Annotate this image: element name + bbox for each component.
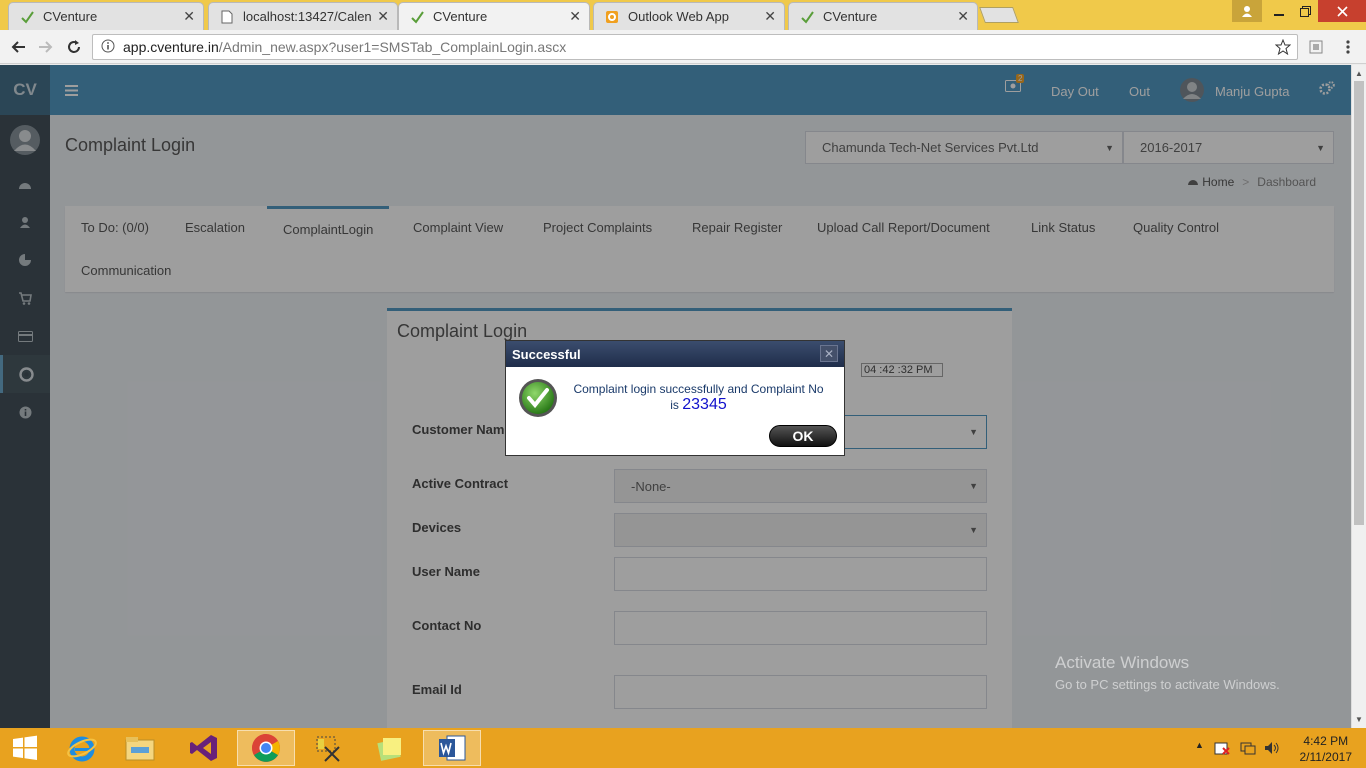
close-icon[interactable]: ✕	[957, 8, 969, 25]
tab-title: localhost:13427/Calenda	[243, 9, 372, 24]
windows-taskbar: ▲ 4:42 PM 2/11/2017	[0, 728, 1366, 768]
system-clock[interactable]: 4:42 PM 2/11/2017	[1300, 733, 1353, 765]
complaint-number: 23345	[682, 396, 727, 413]
reload-icon[interactable]	[61, 34, 87, 60]
scroll-down-icon[interactable]: ▼	[1355, 715, 1363, 724]
dialog-message: Complaint login successfully and Complai…	[566, 382, 831, 413]
visual-studio-icon[interactable]	[175, 730, 233, 766]
dialog-close-icon[interactable]: ✕	[820, 345, 838, 362]
tray-expand-icon[interactable]: ▲	[1195, 740, 1204, 750]
close-icon[interactable]: ✕	[183, 8, 195, 25]
window-close-icon[interactable]	[1318, 0, 1366, 22]
restore-icon[interactable]	[1290, 0, 1320, 22]
page-icon	[219, 9, 235, 25]
dialog-message-is: is	[670, 398, 679, 412]
close-icon[interactable]: ✕	[377, 8, 389, 25]
word-icon[interactable]	[423, 730, 481, 766]
tab-title: CVenture	[823, 9, 878, 24]
tab-title: CVenture	[433, 9, 488, 24]
clock-date: 2/11/2017	[1299, 750, 1353, 764]
ok-button[interactable]: OK	[769, 425, 837, 447]
snipping-tool-icon[interactable]	[299, 730, 357, 766]
profile-icon[interactable]	[1232, 0, 1262, 22]
browser-tab-4[interactable]: Outlook Web App ✕	[593, 2, 785, 30]
url-path: /Admin_new.aspx?user1=SMSTab_ComplainLog…	[218, 39, 567, 55]
success-check-icon	[518, 378, 558, 421]
action-center-icon[interactable]	[1214, 740, 1230, 759]
forward-icon[interactable]	[33, 34, 59, 60]
menu-dots-icon[interactable]	[1335, 34, 1361, 60]
watermark-title: Activate Windows	[1055, 653, 1190, 672]
watermark-subtitle: Go to PC settings to activate Windows.	[1055, 677, 1280, 692]
network-icon[interactable]	[1240, 740, 1256, 759]
new-tab-button[interactable]	[979, 7, 1019, 23]
close-icon[interactable]: ✕	[764, 8, 776, 25]
outlook-icon	[604, 9, 620, 25]
browser-tab-3[interactable]: CVenture ✕	[398, 2, 590, 30]
browser-toolbar: app.cventure.in/Admin_new.aspx?user1=SMS…	[0, 30, 1366, 64]
address-bar[interactable]: app.cventure.in/Admin_new.aspx?user1=SMS…	[92, 34, 1298, 60]
cventure-favicon-icon	[799, 9, 815, 25]
dialog-title: Successful	[506, 341, 844, 367]
sticky-notes-icon[interactable]	[361, 730, 419, 766]
cventure-favicon-icon	[409, 9, 425, 25]
windows-start-icon[interactable]	[0, 730, 50, 766]
browser-tab-5[interactable]: CVenture ✕	[788, 2, 978, 30]
activate-windows-watermark: Activate Windows Go to PC settings to ac…	[1055, 652, 1280, 696]
scrollbar-thumb[interactable]	[1354, 81, 1364, 525]
browser-tab-2[interactable]: localhost:13427/Calenda ✕	[208, 2, 398, 30]
file-explorer-icon[interactable]	[111, 730, 169, 766]
url-host: app.cventure.in	[123, 39, 219, 55]
dialog-message-text: Complaint login successfully and Complai…	[573, 382, 824, 396]
volume-icon[interactable]	[1264, 740, 1280, 759]
page-scrollbar[interactable]: ▲ ▼	[1351, 65, 1366, 728]
close-icon[interactable]: ✕	[569, 8, 581, 25]
internet-explorer-icon[interactable]	[53, 730, 111, 766]
clock-time: 4:42 PM	[1303, 734, 1349, 748]
chrome-icon[interactable]	[237, 730, 295, 766]
extension-icon[interactable]	[1303, 34, 1329, 60]
tab-title: CVenture	[43, 9, 98, 24]
back-icon[interactable]	[5, 34, 31, 60]
tab-title: Outlook Web App	[628, 9, 729, 24]
browser-tab-1[interactable]: CVenture ✕	[8, 2, 204, 30]
bookmark-star-icon[interactable]	[1274, 38, 1292, 58]
info-icon[interactable]	[101, 39, 115, 56]
success-dialog: Successful ✕ Complaint login successfull…	[505, 340, 845, 456]
cventure-favicon-icon	[19, 9, 35, 25]
scroll-up-icon[interactable]: ▲	[1355, 69, 1363, 78]
browser-tab-strip: CVenture ✕ localhost:13427/Calenda ✕ CVe…	[0, 0, 1366, 30]
